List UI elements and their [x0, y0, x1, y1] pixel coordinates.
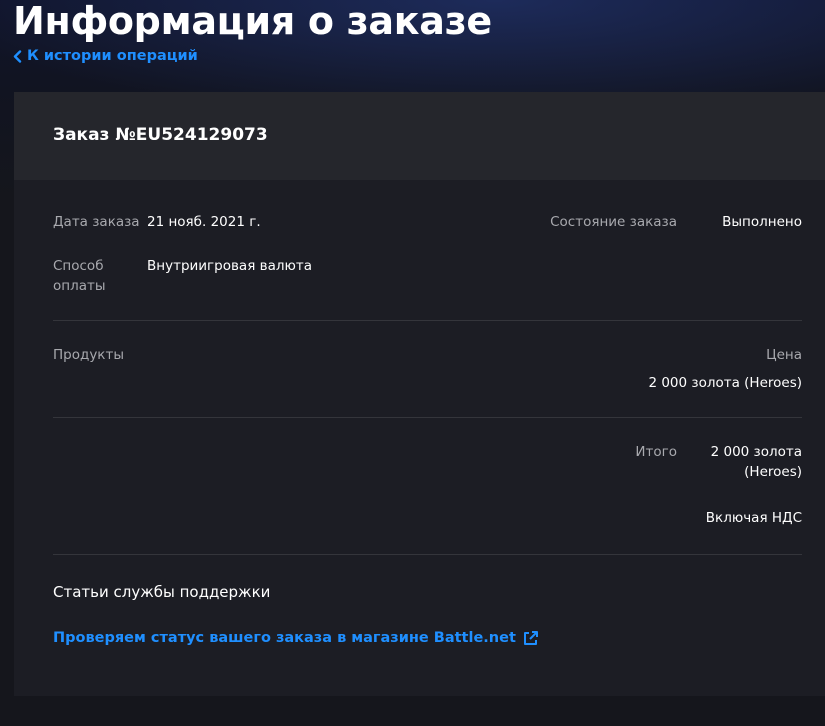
page-title: Информация о заказе	[13, 0, 492, 43]
products-header: Продукты	[53, 347, 124, 363]
chevron-left-icon	[13, 49, 22, 63]
divider	[53, 554, 802, 555]
order-status-value: Выполнено	[722, 214, 802, 230]
product-price: 2 000 золота (Heroes)	[648, 375, 802, 391]
order-card-header: Заказ №EU524129073	[14, 92, 825, 180]
payment-method-label-line1: Способ	[53, 258, 104, 274]
payment-method-label-line2: оплаты	[53, 278, 106, 294]
price-header: Цена	[766, 347, 802, 363]
support-link-label: Проверяем статус вашего заказа в магазин…	[53, 630, 516, 646]
total-value-line1: 2 000 золота	[710, 444, 802, 460]
vat-note: Включая НДС	[705, 510, 802, 526]
total-value-line2: (Heroes)	[744, 464, 802, 480]
support-articles-title: Статьи службы поддержки	[53, 583, 271, 601]
divider	[53, 417, 802, 418]
order-number: Заказ №EU524129073	[53, 125, 268, 145]
divider	[53, 320, 802, 321]
order-details-card: Заказ №EU524129073 Дата заказа 21 нояб. …	[14, 92, 825, 696]
total-label: Итого	[635, 444, 677, 460]
order-date-label: Дата заказа	[53, 214, 140, 230]
order-date-value: 21 нояб. 2021 г.	[147, 214, 261, 230]
back-link-label: К истории операций	[27, 48, 198, 64]
back-to-history-link[interactable]: К истории операций	[13, 46, 198, 66]
payment-method-value: Внутриигровая валюта	[147, 258, 312, 274]
check-order-status-link[interactable]: Проверяем статус вашего заказа в магазин…	[53, 627, 539, 649]
order-status-label: Состояние заказа	[550, 214, 677, 230]
external-link-icon	[522, 630, 539, 647]
